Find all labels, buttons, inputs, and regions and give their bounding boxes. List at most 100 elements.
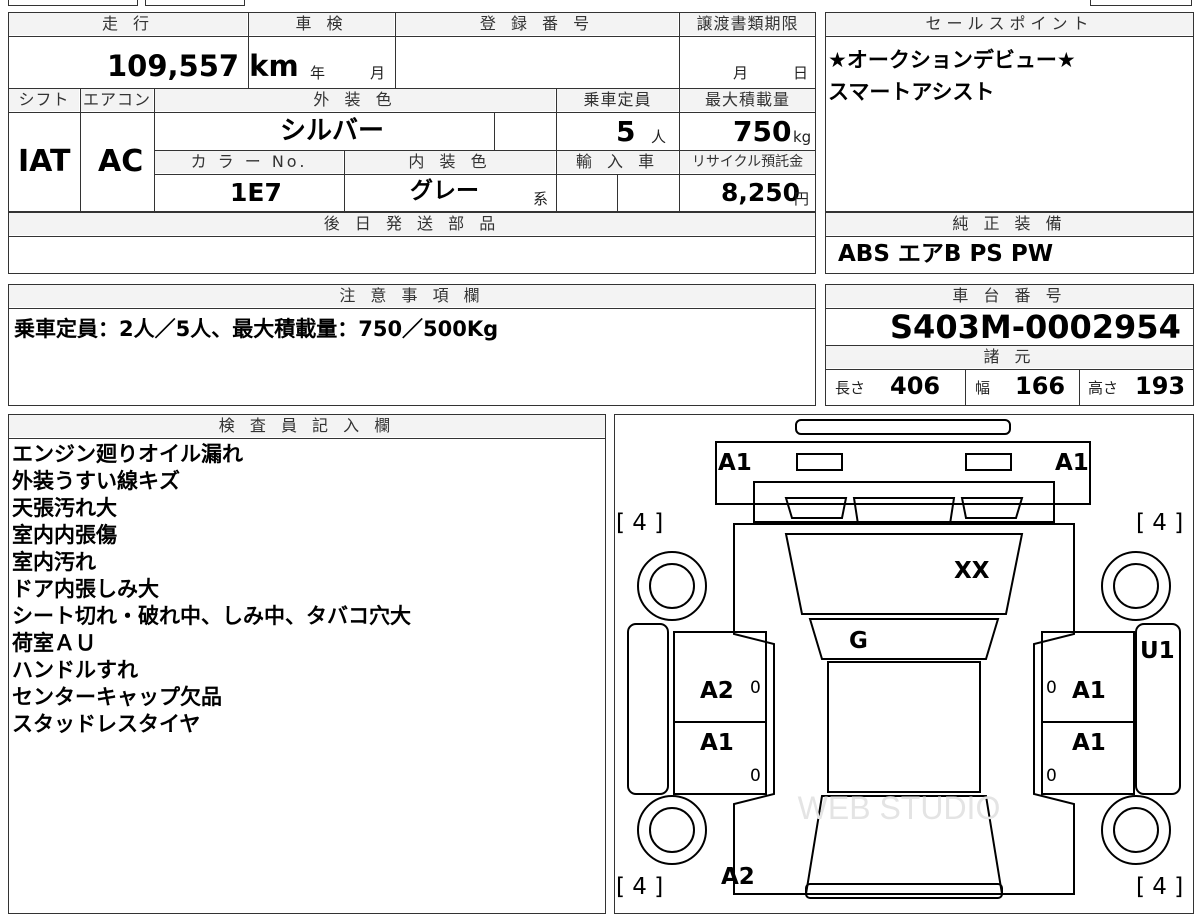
sales-point-line: ★オークションデビュー★ [828,48,1076,72]
year-label: 年 [310,64,326,82]
top-strip-cell [8,0,138,6]
inspector-notes-list: エンジン廻りオイル漏れ 外装うすい線キズ 天張汚れ大 室内内張傷 室内汚れ ドア内張しみ大… [12,441,411,738]
inspector-notes-header: 検 査 員 記 入 欄 [9,415,605,437]
length-label: 長さ [835,379,866,397]
small-mark: 0 [750,678,761,698]
inspector-note-item: センターキャップ欠品 [12,685,222,709]
rear-bumper [805,883,1003,899]
divider [395,12,396,88]
divider [494,112,495,150]
tire-rear-left [637,795,707,865]
hood-outline [715,441,1091,505]
inspector-note-item: ドア内張しみ大 [12,577,159,601]
front-bumper [795,419,1011,435]
tire-mark-front-left: [ 4 ] [616,510,664,536]
divider [1079,369,1080,406]
color-no-header: カ ラ ー No. [155,151,343,173]
body-outline [733,523,1075,895]
factory-equipment-header: 純 正 装 備 [826,213,1193,235]
inspector-note-item: エンジン廻りオイル漏れ [12,442,243,466]
transfer-day-label: 日 [793,64,809,82]
small-mark: 0 [1046,678,1057,698]
mark-door-rear-right: A1 [1072,730,1106,756]
later-parts-header: 後 日 発 送 部 品 [9,213,815,235]
divider [617,174,618,212]
interior-color-value: グレー [410,178,479,204]
divider [154,174,816,175]
notes-text: 乗車定員：2人／5人、最大積載量：750／500Kg [14,317,499,341]
inspector-note-item: 外装うすい線キズ [12,469,180,493]
divider [965,369,966,406]
aircon-value: AC [98,144,144,179]
door-front-left [673,631,767,723]
inspection-header: 車 検 [249,13,394,35]
divider [8,112,816,113]
interior-color-suffix: 系 [533,190,549,208]
max-load-unit: kg [793,128,812,146]
top-strip-cell [145,0,245,6]
exterior-color-header: 外 装 色 [155,89,555,111]
capacity-unit: 人 [651,128,667,146]
mark-front-right: A1 [1055,450,1089,476]
inspector-note-item: スタッドレスタイヤ [12,712,201,736]
mark-front-left: A1 [718,450,752,476]
divider [8,36,816,37]
recycle-fee-header: リサイクル預託金 [680,151,815,173]
roof-front [808,618,1000,660]
chassis-no-header: 車 台 番 号 [826,285,1193,307]
chassis-no-value: S403M-0002954 [890,308,1181,346]
transfer-deadline-header: 譲渡書類期限 [680,13,815,35]
factory-equipment-value: ABS エアB PS PW [838,241,1054,267]
roof [827,661,981,793]
divider [825,369,1194,370]
transfer-month-label: 月 [733,64,749,82]
mark-door-rear-left: A1 [700,730,734,756]
inspector-note-item: 室内内張傷 [12,523,117,547]
shift-value: IAT [18,144,71,179]
divider [8,438,606,439]
vent [852,497,956,525]
tire-mark-front-right: [ 4 ] [1136,510,1184,536]
watermark: WEB STUDIO [798,790,1001,826]
notes-header: 注 意 事 項 欄 [9,285,815,307]
width-value: 166 [1015,372,1066,400]
mileage-value: 109,557 km [107,49,299,83]
mark-door-front-right: A1 [1072,678,1106,704]
mark-door-front-left: A2 [700,678,734,704]
tire-front-left [637,551,707,621]
inspector-note-item: 荷室ＡＵ [12,631,96,655]
height-value: 193 [1135,372,1186,400]
sales-point-line: スマートアシスト [828,80,995,104]
headlight-left [796,453,843,471]
front-window-left [784,497,848,519]
tire-front-left-inner [649,563,695,609]
aircon-header: エアコン [81,89,153,111]
inspector-note-item: シート切れ・破れ中、しみ中、タバコ穴大 [12,604,411,628]
inspector-note-item: ハンドルすれ [12,658,138,682]
tire-mark-rear-left: [ 4 ] [616,874,664,900]
month-label: 月 [370,64,386,82]
mark-rear: A2 [721,864,755,890]
grille-area [753,481,1055,523]
capacity-value: 5 [616,115,636,148]
recycle-fee-value: 8,250 [721,178,801,207]
mark-right-panel: U1 [1140,638,1175,664]
top-strip-cell [1090,0,1192,6]
specs-header: 諸 元 [826,346,1193,368]
door-front-right [1041,631,1135,723]
interior-color-header: 内 装 色 [345,151,555,173]
capacity-header: 乗車定員 [557,89,678,111]
divider [344,150,345,212]
tire-rear-right [1101,795,1171,865]
sales-point-box [825,12,1194,212]
tire-front-right [1101,551,1171,621]
width-label: 幅 [975,379,991,397]
front-window-right [960,497,1024,519]
divider [8,236,816,237]
registration-header: 登 録 番 号 [396,13,678,35]
mileage-header: 走 行 [9,13,247,35]
tire-rear-left-inner [649,807,695,853]
length-value: 406 [890,372,941,400]
color-no-value: 1E7 [230,178,282,207]
divider [825,36,1194,37]
